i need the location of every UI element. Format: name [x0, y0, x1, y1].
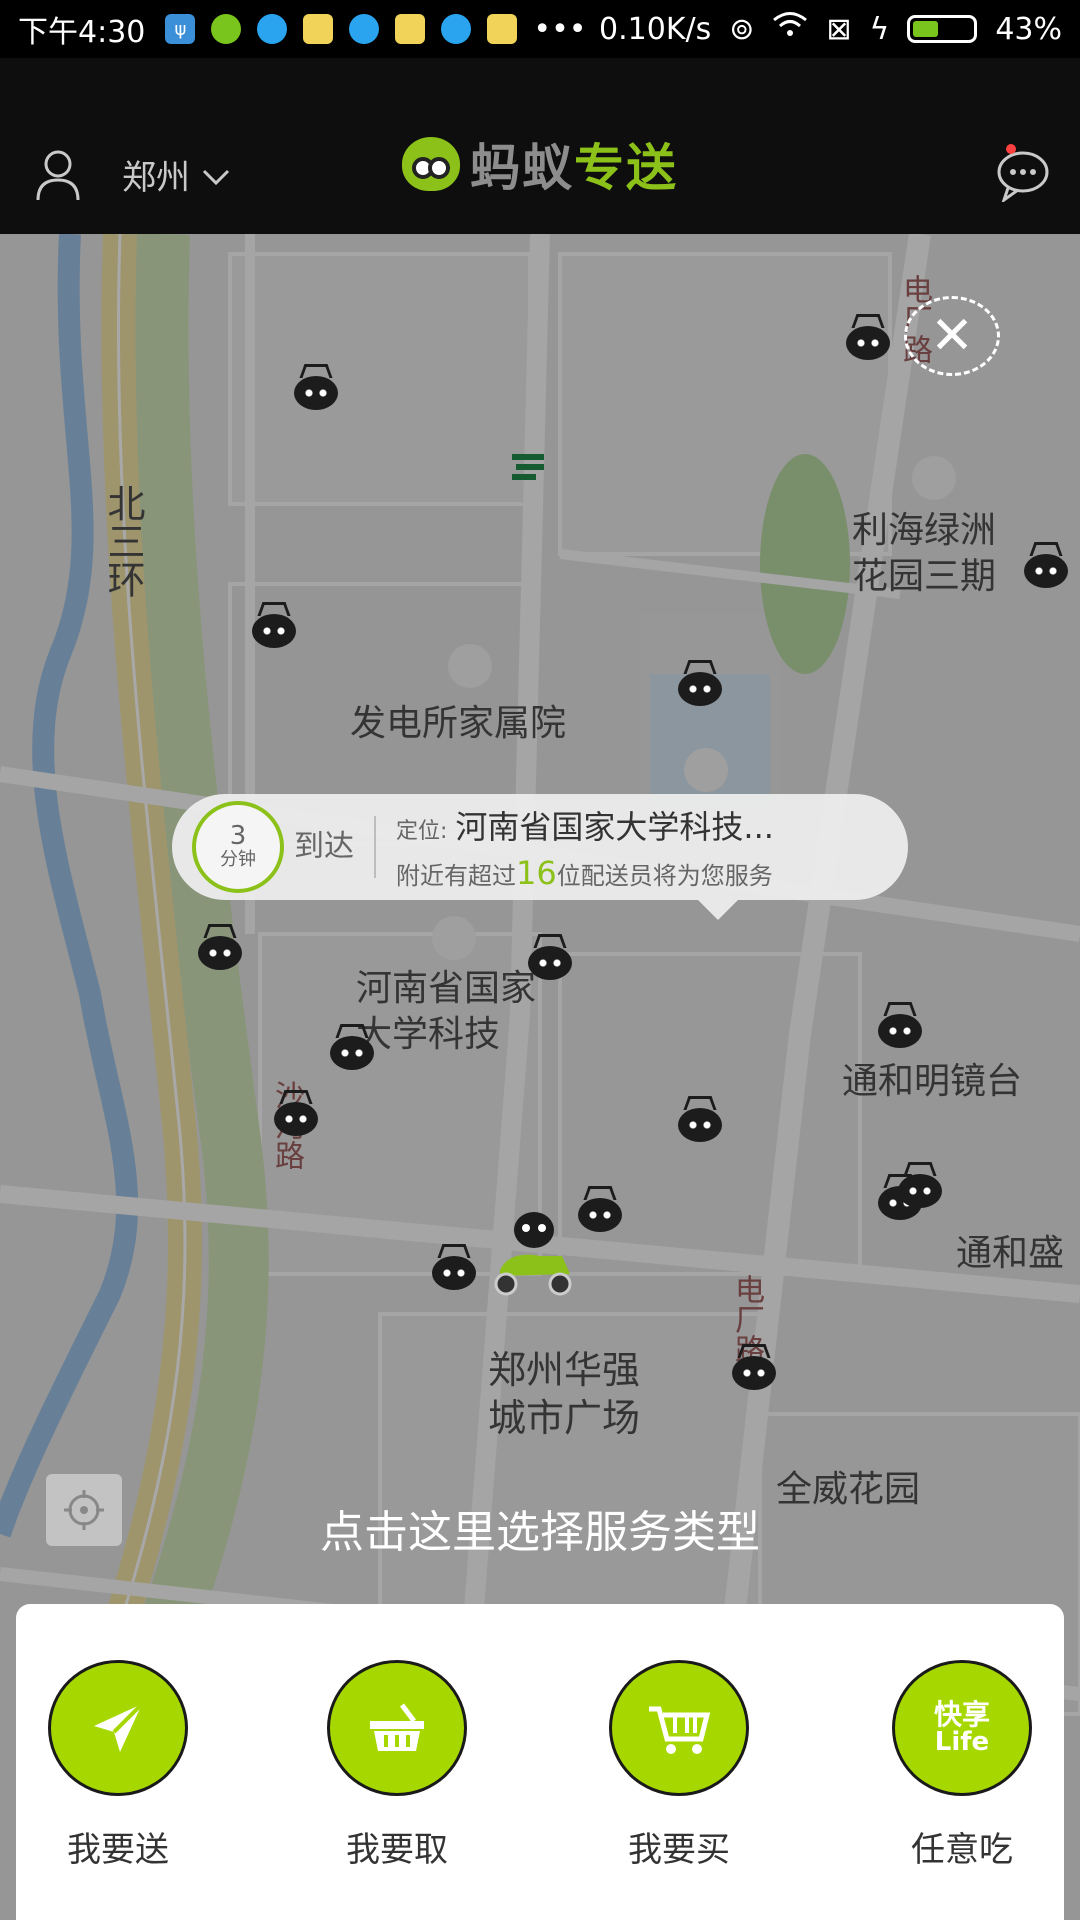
eta-number: 3: [229, 821, 247, 852]
service-type-hint: 点击这里选择服务类型: [320, 1507, 760, 1558]
city-name: 郑州: [122, 158, 190, 198]
eta-ring: 3 分钟: [192, 801, 284, 893]
service-buy-label: 我要买: [628, 1830, 730, 1870]
courier-ant-icon: [272, 1090, 320, 1138]
close-icon: ✕: [930, 306, 974, 366]
courier-ant-icon: [676, 660, 724, 708]
map-notification-icon: [395, 14, 426, 44]
service-panel: 我要送 我要取 我要买 快享 Life 任意吃: [16, 1604, 1064, 1920]
unread-dot: [1006, 144, 1016, 154]
app-header: 郑州 蚂蚁专送: [0, 58, 1080, 234]
charging-icon: ϟ: [869, 11, 890, 47]
browser-icon: [349, 14, 380, 44]
nearby-count: 16: [516, 854, 557, 892]
service-buy-button[interactable]: 我要买: [609, 1660, 749, 1871]
basket-icon: [327, 1660, 467, 1796]
paper-plane-icon: [48, 1660, 188, 1796]
location-info-bubble[interactable]: 3 分钟 到达 定位: 河南省国家大学科技... 附近有超过16位配送员将为您服务: [172, 794, 908, 920]
app-logo: 蚂蚁专送: [402, 128, 678, 200]
close-button[interactable]: ✕: [904, 296, 1000, 376]
courier-ant-icon: [328, 1024, 376, 1072]
kuaixiang-life-icon: 快享 Life: [892, 1660, 1032, 1796]
location-name: 河南省国家大学科技...: [455, 808, 774, 846]
battery-icon: [907, 15, 978, 43]
status-time: 下午4:30: [18, 15, 146, 50]
courier-ant-icon: [730, 1344, 778, 1392]
courier-ant-icon: [1022, 542, 1070, 590]
ant-app-icon: [211, 14, 242, 44]
chat-icon[interactable]: [996, 144, 1050, 204]
cart-icon: [609, 1660, 749, 1796]
usb-icon: ψ: [165, 14, 196, 44]
browser-icon: [257, 14, 288, 44]
chevron-down-icon: [202, 155, 230, 195]
courier-ant-icon: [526, 934, 574, 982]
status-bar: 下午4:30 ψ ••• 0.10K/s ⊚ ⊠ ϟ 43%: [0, 0, 1080, 58]
no-sim-icon: ⊠: [826, 11, 852, 47]
logo-text-b: 专送: [574, 139, 678, 197]
courier-ant-icon: [292, 364, 340, 412]
courier-ant-icon: [250, 602, 298, 650]
courier-ant-icon: [430, 1244, 478, 1292]
service-pickup-button[interactable]: 我要取: [327, 1660, 467, 1871]
service-pickup-label: 我要取: [346, 1830, 448, 1870]
ant-logo-icon: [402, 137, 460, 191]
map-notification-icon: [303, 14, 334, 44]
more-icon: •••: [533, 11, 587, 47]
nearby-prefix: 附近有超过: [396, 862, 516, 890]
courier-ant-icon: [844, 314, 892, 362]
wifi-icon: [772, 11, 808, 47]
city-selector[interactable]: 郑州: [122, 150, 230, 199]
user-icon[interactable]: [36, 150, 80, 202]
map-notification-icon: [487, 14, 518, 44]
courier-ant-icon: [676, 1096, 724, 1144]
battery-percent: 43%: [995, 11, 1062, 47]
browser-icon: [441, 14, 472, 44]
courier-ant-icon: [576, 1186, 624, 1234]
service-eat-button[interactable]: 快享 Life 任意吃: [892, 1660, 1032, 1871]
nearby-suffix: 位配送员将为您服务: [556, 862, 773, 890]
logo-text-a: 蚂蚁: [470, 139, 574, 197]
rider-scooter-icon: [494, 1212, 572, 1296]
service-send-button[interactable]: 我要送: [48, 1660, 188, 1871]
hotspot-icon: ⊚: [729, 11, 755, 47]
eta-unit: 分钟: [220, 849, 256, 871]
location-label: 定位:: [396, 819, 448, 844]
courier-ant-icon: [196, 924, 244, 972]
service-send-label: 我要送: [67, 1830, 169, 1870]
courier-ant-icon: [896, 1162, 944, 1210]
net-speed: 0.10K/s: [599, 11, 712, 47]
notification-icons: ψ •••: [165, 12, 599, 47]
courier-ant-icon: [876, 1002, 924, 1050]
service-eat-label: 任意吃: [911, 1830, 1013, 1870]
arrive-label: 到达: [294, 816, 376, 878]
